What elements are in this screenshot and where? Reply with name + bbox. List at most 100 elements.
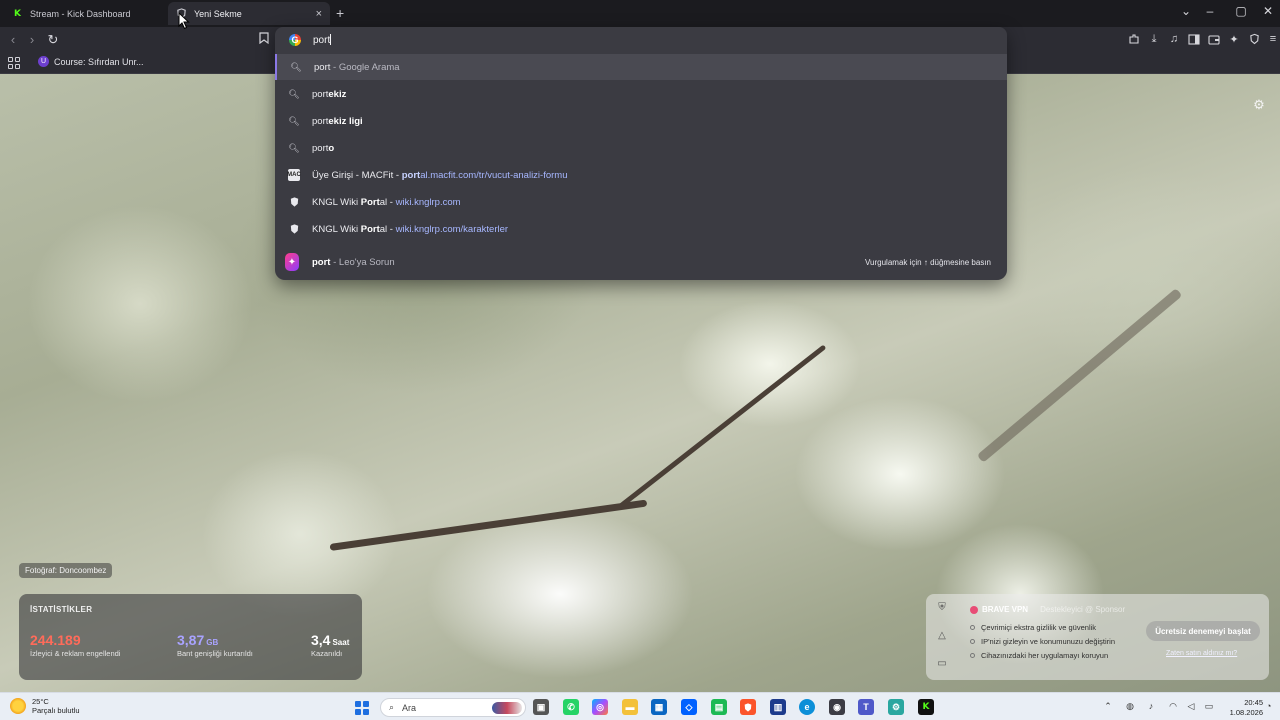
leo-icon: ✦ — [285, 253, 299, 271]
suggestion-search[interactable]: 🔍︎ portekiz — [275, 81, 1007, 107]
feature-text: Cihazınızdaki her uygulamayı koruyun — [981, 651, 1109, 660]
bookmark-icon[interactable] — [256, 32, 272, 48]
shield-icon — [287, 195, 301, 209]
maximize-button[interactable]: ▢ — [1231, 4, 1251, 18]
menu-icon[interactable]: ≡ — [1266, 32, 1280, 46]
prefix: port — [312, 88, 329, 100]
suggestion-text: porto — [312, 143, 334, 154]
keyboard-hint: Vurgulamak için ↑ düğmesine basın — [865, 257, 991, 267]
game-app-icon[interactable]: ◉ — [829, 699, 845, 715]
start-windows-icon[interactable] — [355, 701, 369, 715]
brave-shields-icon[interactable] — [1247, 32, 1261, 46]
title-match: Port — [360, 196, 380, 208]
copilot-icon[interactable]: ◎ — [592, 699, 608, 715]
clock[interactable]: 20:45 1.08.2026 — [1223, 698, 1263, 718]
brave-vpn-widget: ⛨ △ ▭ BRAVE VPN Destekleyici @ Sponsor Ç… — [926, 594, 1269, 680]
suggestion-history-kngl[interactable]: KNGL Wiki Portal - wiki.knglrp.com/karak… — [275, 216, 1007, 242]
dropbox-icon[interactable]: ◇ — [681, 699, 697, 715]
vpn-subtitle: Destekleyici @ Sponsor — [1040, 605, 1126, 614]
vpn-shield-icon[interactable]: ⛨ — [938, 602, 946, 613]
suggestion-url: wiki.knglrp.com/karakterler — [395, 223, 509, 235]
task-view-icon[interactable]: ▣ — [533, 699, 549, 715]
bullet-icon — [970, 639, 975, 644]
battery-icon[interactable]: ▭ — [1203, 701, 1215, 712]
teams-icon[interactable]: T — [858, 699, 874, 715]
stats-title: İSTATİSTİKLER — [30, 605, 93, 614]
suggestion-search[interactable]: 🔍︎ portekiz ligi — [275, 108, 1007, 134]
back-button[interactable]: ‹ — [5, 32, 21, 48]
suggestion-detail: - Leo'ya Sorun — [330, 256, 395, 268]
suggestion-ask-leo[interactable]: ✦ port - Leo'ya Sorun Vurgulamak için ↑ … — [275, 249, 1007, 275]
warning-icon[interactable]: △ — [938, 630, 946, 641]
note-app-icon[interactable]: ▥ — [770, 699, 786, 715]
stat-value: 3,4 — [311, 632, 331, 648]
taskbar-search[interactable]: ⌕ Ara — [380, 698, 526, 717]
time: 20:45 — [1244, 698, 1263, 707]
chevron-up-icon[interactable]: ⌃ — [1102, 701, 1114, 712]
spreadsheet-app-icon[interactable]: ▤ — [711, 699, 727, 715]
weather-condition: Parçalı bulutlu — [32, 706, 80, 715]
bookmark-item[interactable]: U Course: Sıfırdan Unr... — [38, 56, 144, 67]
weather-text: 25°C Parçalı bulutlu — [32, 697, 80, 715]
sidebar-icon[interactable] — [1187, 32, 1201, 46]
address-bar[interactable]: G port — [275, 27, 1007, 53]
start-trial-button[interactable]: Ücretsiz denemeyi başlat — [1146, 621, 1260, 641]
text-caret — [330, 34, 332, 45]
card-icon[interactable]: ▭ — [937, 658, 946, 669]
already-purchased-link[interactable]: Zaten satın aldınız mı? — [1166, 650, 1237, 657]
search-icon: 🔍︎ — [288, 115, 300, 126]
brave-browser-icon[interactable] — [740, 699, 756, 715]
suggestion-history-kngl[interactable]: KNGL Wiki Portal - wiki.knglrp.com — [275, 189, 1007, 215]
reload-button[interactable]: ↻ — [45, 32, 61, 48]
suggestion-text: KNGL Wiki Portal - wiki.knglrp.com/karak… — [312, 224, 508, 235]
stat-unit: GB — [206, 638, 219, 647]
forward-button[interactable]: › — [24, 32, 40, 48]
suggestion-url: wiki.knglrp.com — [395, 196, 461, 208]
settings-gear-icon[interactable]: ⚙ — [1252, 98, 1266, 112]
file-explorer-icon[interactable]: ▬ — [622, 699, 638, 715]
photo-credit[interactable]: Fotoğraf: Doncoombez — [19, 563, 113, 578]
whatsapp-icon[interactable]: ✆ — [563, 699, 579, 715]
separator: - — [393, 169, 402, 181]
apps-grid-icon[interactable] — [8, 57, 20, 69]
tab-new-tab[interactable]: Yeni Sekme × — [168, 2, 330, 25]
address-input[interactable]: port — [313, 34, 332, 46]
tab-search-dropdown-icon[interactable]: ⌄ — [1176, 4, 1196, 18]
tray-app-icon[interactable]: ◍ — [1124, 701, 1136, 712]
prefix: port — [312, 115, 329, 127]
weather-widget[interactable]: 25°C Parçalı bulutlu — [10, 697, 80, 715]
feature-text: IP'nizi gizleyin ve konumunuzu değiştiri… — [981, 637, 1116, 646]
suggestion-google-search[interactable]: 🔍︎ port - Google Arama — [275, 54, 1007, 80]
macfit-logo: MAC — [287, 169, 301, 181]
minimize-button[interactable]: – — [1200, 4, 1220, 18]
downloads-icon[interactable]: ⤓ — [1147, 32, 1161, 46]
wifi-icon[interactable]: ◠ — [1167, 701, 1179, 712]
kick-app-icon[interactable]: K — [918, 699, 934, 715]
feature-text: Çevrimiçi ekstra gizlilik ve güvenlik — [981, 623, 1097, 632]
suggestion-history-macfit[interactable]: MAC Üye Girişi - MACFit - portal.macfit.… — [275, 162, 1007, 188]
extensions-icon[interactable] — [1127, 32, 1141, 46]
vpn-brand: BRAVE VPN Destekleyici @ Sponsor — [970, 605, 1125, 614]
music-icon[interactable]: ♫ — [1167, 32, 1181, 46]
omnibox-dropdown: G port 🔍︎ port - Google Arama 🔍︎ porteki… — [275, 27, 1007, 280]
notification-bell-icon[interactable]: ◔ — [1266, 701, 1271, 711]
suggestion-text: Üye Girişi - MACFit - portal.macfit.com/… — [312, 170, 568, 181]
leo-ai-icon[interactable]: ✦ — [1227, 32, 1241, 46]
stat-label: İzleyici & reklam engellendi — [30, 649, 121, 658]
vpn-features: Çevrimiçi ekstra gizlilik ve güvenlik IP… — [970, 623, 1115, 665]
microsoft-store-icon[interactable]: ▦ — [651, 699, 667, 715]
new-tab-button[interactable]: + — [336, 5, 344, 21]
microphone-icon[interactable]: ♪ — [1145, 701, 1157, 711]
close-tab-icon[interactable]: × — [316, 8, 322, 20]
close-window-button[interactable]: ✕ — [1258, 4, 1278, 18]
udemy-icon: U — [38, 56, 49, 67]
settings-app-icon[interactable]: ⚙ — [888, 699, 904, 715]
volume-icon[interactable]: ◁ — [1185, 701, 1197, 712]
suggestion-search[interactable]: 🔍︎ porto — [275, 135, 1007, 161]
bullet-icon — [970, 653, 975, 658]
edge-icon[interactable]: e — [799, 699, 815, 715]
wallet-icon[interactable] — [1207, 32, 1221, 46]
vpn-logo-icon — [970, 605, 978, 614]
tab-kick-dashboard[interactable]: K Stream - Kick Dashboard — [4, 2, 164, 25]
suggestion-text: portekiz — [312, 89, 346, 100]
